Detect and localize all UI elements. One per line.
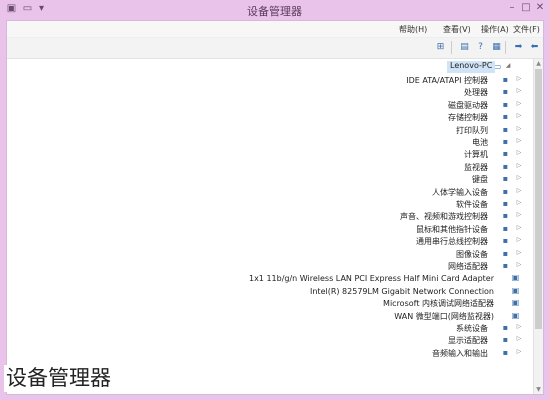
device-category-icon: ▪: [502, 261, 509, 270]
device-category-icon: ▣: [511, 298, 520, 308]
device-category-icon: ▣: [511, 310, 520, 320]
tree-device-item[interactable]: Intel(R) 82579LM Gigabit Network Connect…: [310, 286, 494, 297]
expand-icon[interactable]: ▷: [515, 100, 523, 107]
tree-device-item[interactable]: 1x1 11b/g/n Wireless LAN PCI Express Hal…: [249, 273, 494, 284]
device-category-icon: ▪: [502, 124, 509, 134]
tree-category-item[interactable]: 打印队列: [456, 125, 488, 136]
device-category-icon: ▪: [502, 335, 509, 345]
title-bar: ▣ ▭ ▾ 设备管理器 – □ ✕: [0, 0, 549, 20]
device-category-icon: ▪: [502, 323, 509, 332]
tree-device-item[interactable]: WAN 微型端口(网络监视器): [394, 311, 494, 322]
device-category-icon: ▪: [502, 161, 509, 171]
expand-icon[interactable]: ▷: [515, 87, 523, 94]
device-category-icon: ▪: [502, 99, 509, 109]
tree-category-item[interactable]: 监视器: [464, 162, 488, 173]
expand-icon[interactable]: ▷: [515, 236, 523, 243]
tree-category-item[interactable]: 系统设备: [456, 323, 488, 334]
expand-icon[interactable]: ▷: [515, 75, 523, 82]
tree-category-item[interactable]: 键盘: [472, 174, 488, 185]
scroll-down-icon[interactable]: ▼: [534, 385, 543, 394]
device-category-icon: ▪: [502, 248, 509, 258]
device-category-icon: ▪: [502, 347, 509, 357]
toolbar: ⬅ ➡ ▦ ? ▤ ⊞: [7, 38, 543, 59]
expand-icon[interactable]: ▷: [515, 261, 523, 268]
expand-icon[interactable]: ▷: [515, 335, 523, 342]
tree-category-item[interactable]: IDE ATA/ATAPI 控制器: [406, 75, 488, 86]
tree-category-item[interactable]: 通用串行总线控制器: [416, 236, 488, 247]
collapse-icon[interactable]: ◢: [504, 62, 512, 69]
expand-icon[interactable]: ▷: [515, 162, 523, 169]
menu-file[interactable]: 文件(F): [513, 24, 540, 35]
device-category-icon: ▪: [502, 87, 509, 97]
expand-icon[interactable]: ▷: [515, 174, 523, 181]
tree-category-item[interactable]: 电池: [472, 137, 488, 148]
window-title: 设备管理器: [247, 5, 302, 18]
tree-category-item[interactable]: 处理器: [464, 87, 488, 98]
tree-category-item[interactable]: 鼠标和其他指针设备: [416, 224, 488, 235]
tree-category-item[interactable]: 显示适配器: [448, 335, 488, 346]
expand-icon[interactable]: ▷: [515, 187, 523, 194]
toolbar-separator: [505, 41, 506, 54]
device-category-icon: ▪: [502, 211, 509, 221]
device-category-icon: ▪: [502, 112, 509, 122]
expand-icon[interactable]: ▷: [515, 249, 523, 256]
expand-icon[interactable]: ▷: [515, 211, 523, 218]
scroll-up-icon[interactable]: ▲: [534, 59, 543, 68]
scan-hardware-icon[interactable]: ⊞: [435, 42, 446, 53]
tree-category-item[interactable]: 软件设备: [456, 199, 488, 210]
minimize-button[interactable]: –: [506, 2, 518, 14]
expand-icon[interactable]: ▷: [515, 112, 523, 119]
expand-icon[interactable]: ▷: [515, 323, 523, 330]
vertical-scrollbar[interactable]: ▲ ▼: [533, 59, 543, 394]
menu-help[interactable]: 帮助(H): [399, 24, 427, 35]
expand-icon[interactable]: ▷: [515, 224, 523, 231]
tree-category-item[interactable]: 网络适配器: [448, 261, 488, 272]
device-category-icon: ▪: [502, 199, 509, 208]
expand-icon[interactable]: ▷: [515, 125, 523, 132]
device-category-icon: ▣: [511, 273, 520, 283]
device-category-icon: ▪: [502, 236, 509, 246]
caption-text: 设备管理器: [4, 365, 113, 392]
properties-icon[interactable]: ▦: [491, 42, 502, 53]
close-button[interactable]: ✕: [534, 2, 546, 14]
menu-bar: 文件(F) 操作(A) 查看(V) 帮助(H): [7, 21, 543, 38]
show-hidden-icon[interactable]: ▤: [459, 42, 470, 53]
device-category-icon: ▪: [502, 174, 509, 184]
device-category-icon: ▪: [502, 137, 509, 146]
tree-category-item[interactable]: 音频输入和输出: [432, 348, 488, 359]
tree-category-item[interactable]: 磁盘驱动器: [448, 100, 488, 111]
device-category-icon: ▪: [502, 223, 509, 233]
expand-icon[interactable]: ▷: [515, 199, 523, 206]
device-category-icon: ▪: [502, 149, 509, 159]
expand-icon[interactable]: ▷: [515, 348, 523, 355]
expand-icon[interactable]: ▷: [515, 149, 523, 156]
device-category-icon: ▪: [502, 75, 509, 84]
tree-category-item[interactable]: 计算机: [464, 149, 488, 160]
forward-icon[interactable]: ➡: [513, 42, 524, 53]
tree-device-item[interactable]: Microsoft 内核调试网络适配器: [383, 298, 494, 309]
tree-category-item[interactable]: 图像设备: [456, 249, 488, 260]
tree-category-item[interactable]: 存储控制器: [448, 112, 488, 123]
client-area: 文件(F) 操作(A) 查看(V) 帮助(H) ⬅ ➡ ▦ ? ▤ ⊞ ◢ ▭ …: [6, 20, 544, 395]
device-category-icon: ▪: [502, 186, 509, 196]
scrollbar-thumb[interactable]: [535, 69, 542, 329]
tree-category-item[interactable]: 声音、视频和游戏控制器: [400, 211, 488, 222]
window-frame: ▣ ▭ ▾ 设备管理器 – □ ✕ 文件(F) 操作(A) 查看(V) 帮助(H…: [0, 0, 549, 400]
device-category-icon: ▣: [511, 285, 520, 295]
tree-category-item[interactable]: 人体学输入设备: [432, 187, 488, 198]
expand-icon[interactable]: ▷: [515, 137, 523, 144]
toolbar-separator: [451, 41, 452, 54]
help-icon[interactable]: ?: [475, 42, 486, 53]
menu-action[interactable]: 操作(A): [481, 24, 509, 35]
device-tree: ◢ ▭ Lenovo-PC ▷ ▪ IDE ATA/ATAPI 控制器 ▷ ▪ 处理器 ▷ ▪…: [7, 59, 534, 394]
maximize-button[interactable]: □: [520, 2, 532, 14]
back-icon[interactable]: ⬅: [529, 42, 540, 53]
tree-root-lenovo-pc[interactable]: Lenovo-PC: [447, 61, 496, 73]
menu-view[interactable]: 查看(V): [443, 24, 471, 35]
